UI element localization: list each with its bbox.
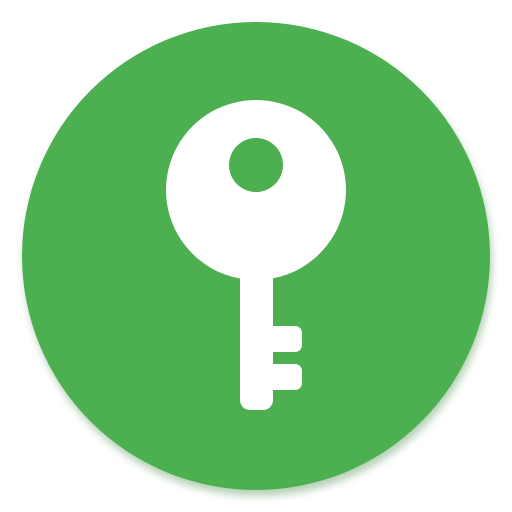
app-icon[interactable] (0, 0, 512, 512)
key-tooth-lower (262, 364, 302, 390)
key-tooth-upper (262, 326, 302, 352)
app-icon-canvas (0, 0, 512, 512)
